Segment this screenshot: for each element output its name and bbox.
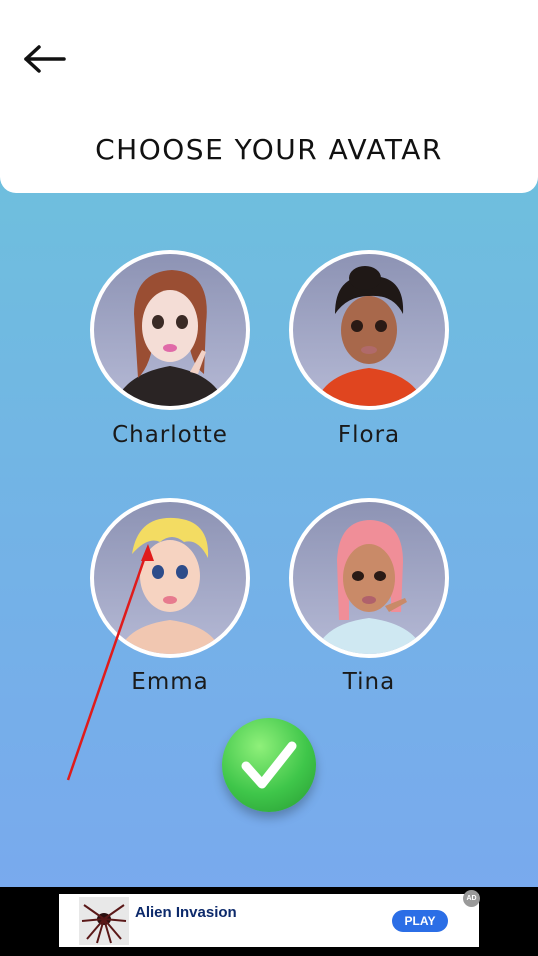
ad-title: Alien Invasion — [135, 904, 237, 921]
arrow-left-icon — [24, 45, 66, 73]
avatar-tina[interactable] — [289, 498, 449, 658]
avatar-image — [289, 250, 449, 410]
avatar-name-emma: Emma — [131, 669, 209, 695]
avatar-flora[interactable] — [289, 250, 449, 410]
ad-banner[interactable]: Alien Invasion PLAY AD — [59, 890, 480, 947]
avatar-name-tina: Tina — [342, 669, 396, 695]
checkmark-icon — [241, 741, 297, 789]
avatar-charlotte[interactable] — [90, 250, 250, 410]
ad-bar: Alien Invasion PLAY AD — [0, 887, 538, 956]
avatar-emma[interactable] — [90, 498, 250, 658]
avatar-name-charlotte: Charlotte — [112, 422, 228, 448]
avatar-image — [289, 498, 449, 658]
spider-icon — [81, 904, 127, 944]
page-title: CHOOSE YOUR AVATAR — [95, 133, 443, 166]
header: CHOOSE YOUR AVATAR — [0, 0, 538, 193]
ad-play-button[interactable]: PLAY — [392, 910, 448, 932]
ad-thumbnail — [79, 897, 129, 945]
avatar-image — [90, 498, 250, 658]
avatar-name-flora: Flora — [337, 422, 401, 448]
confirm-button[interactable] — [222, 718, 316, 812]
ad-badge: AD — [463, 890, 480, 907]
avatar-image — [90, 250, 250, 410]
back-button[interactable] — [22, 42, 68, 76]
